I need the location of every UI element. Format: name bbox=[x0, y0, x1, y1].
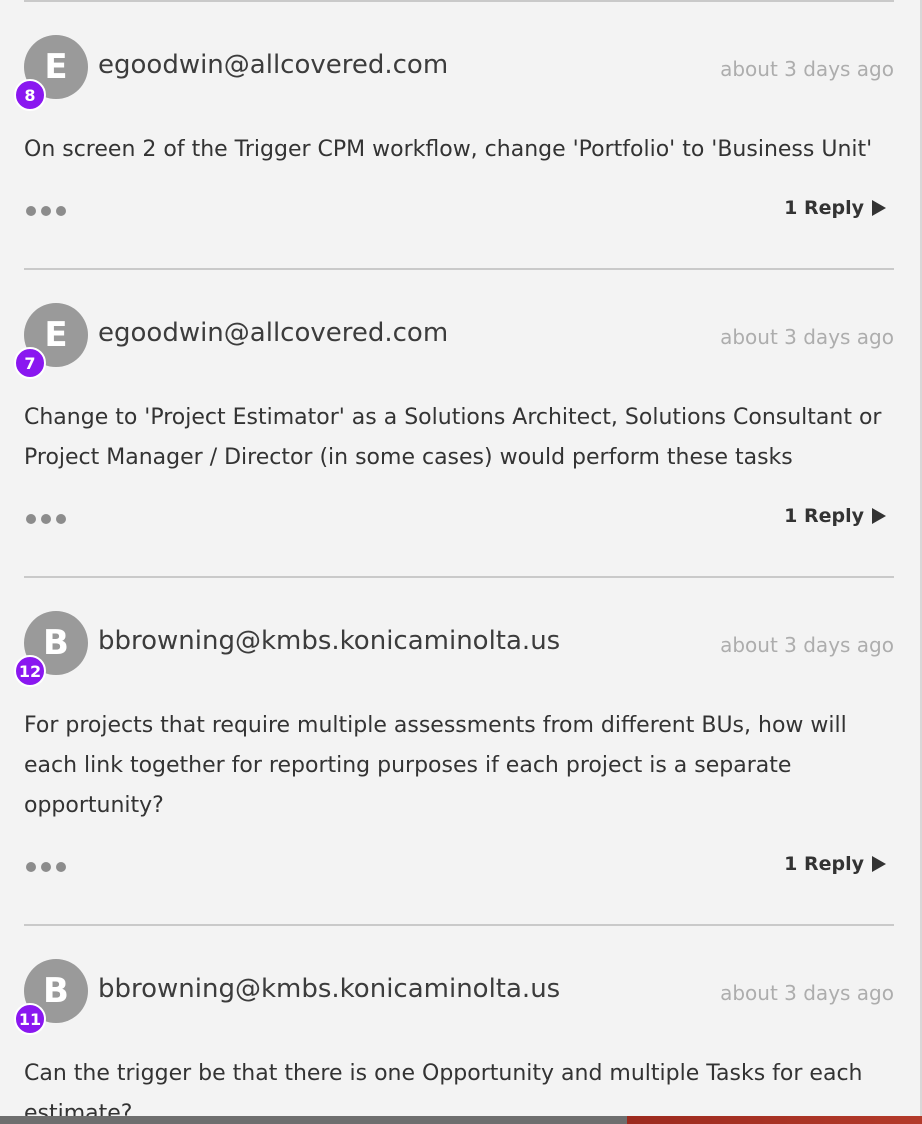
divider bbox=[24, 268, 894, 270]
dot bbox=[41, 514, 51, 524]
comment-number-badge: 11 bbox=[14, 1003, 46, 1035]
dot bbox=[56, 862, 66, 872]
comment-number-badge: 7 bbox=[14, 347, 46, 379]
divider bbox=[24, 0, 894, 2]
more-options-icon[interactable] bbox=[26, 862, 66, 872]
play-arrow-icon bbox=[872, 508, 886, 524]
dot bbox=[26, 206, 36, 216]
comment-text: Change to 'Project Estimator' as a Solut… bbox=[24, 405, 882, 470]
timestamp: about 3 days ago bbox=[720, 633, 894, 657]
author-name: bbrowning@kmbs.konicaminolta.us bbox=[98, 626, 561, 656]
more-options-icon[interactable] bbox=[26, 206, 66, 216]
dot bbox=[26, 862, 36, 872]
play-arrow-icon bbox=[872, 200, 886, 216]
comment-number-badge: 8 bbox=[14, 79, 46, 111]
divider bbox=[24, 924, 894, 926]
dot bbox=[41, 206, 51, 216]
reply-label: 1 Reply bbox=[784, 197, 864, 219]
dot bbox=[41, 862, 51, 872]
comment-text: On screen 2 of the Trigger CPM workflow,… bbox=[24, 137, 873, 162]
dot bbox=[56, 206, 66, 216]
timestamp: about 3 days ago bbox=[720, 57, 894, 81]
comment-text: For projects that require multiple asses… bbox=[24, 713, 847, 818]
bottom-bar bbox=[0, 1116, 922, 1124]
dot bbox=[56, 514, 66, 524]
comment-text: Can the trigger be that there is one Opp… bbox=[24, 1061, 863, 1116]
reply-button[interactable]: 1 Reply bbox=[784, 853, 886, 875]
timestamp: about 3 days ago bbox=[720, 325, 894, 349]
comment-feed: E 8 egoodwin@allcovered.com about 3 days… bbox=[0, 0, 922, 1116]
avatar-letter: B bbox=[43, 623, 69, 663]
divider bbox=[24, 576, 894, 578]
reply-label: 1 Reply bbox=[784, 505, 864, 527]
author-name: bbrowning@kmbs.konicaminolta.us bbox=[98, 974, 561, 1004]
avatar-letter: E bbox=[44, 315, 68, 355]
reply-label: 1 Reply bbox=[784, 853, 864, 875]
avatar-letter: E bbox=[44, 47, 68, 87]
avatar-letter: B bbox=[43, 971, 69, 1011]
author-name: egoodwin@allcovered.com bbox=[98, 318, 449, 348]
reply-button[interactable]: 1 Reply bbox=[784, 197, 886, 219]
reply-button[interactable]: 1 Reply bbox=[784, 505, 886, 527]
comment-number-badge: 12 bbox=[14, 655, 46, 687]
dot bbox=[26, 514, 36, 524]
timestamp: about 3 days ago bbox=[720, 981, 894, 1005]
more-options-icon[interactable] bbox=[26, 514, 66, 524]
author-name: egoodwin@allcovered.com bbox=[98, 50, 449, 80]
play-arrow-icon bbox=[872, 856, 886, 872]
